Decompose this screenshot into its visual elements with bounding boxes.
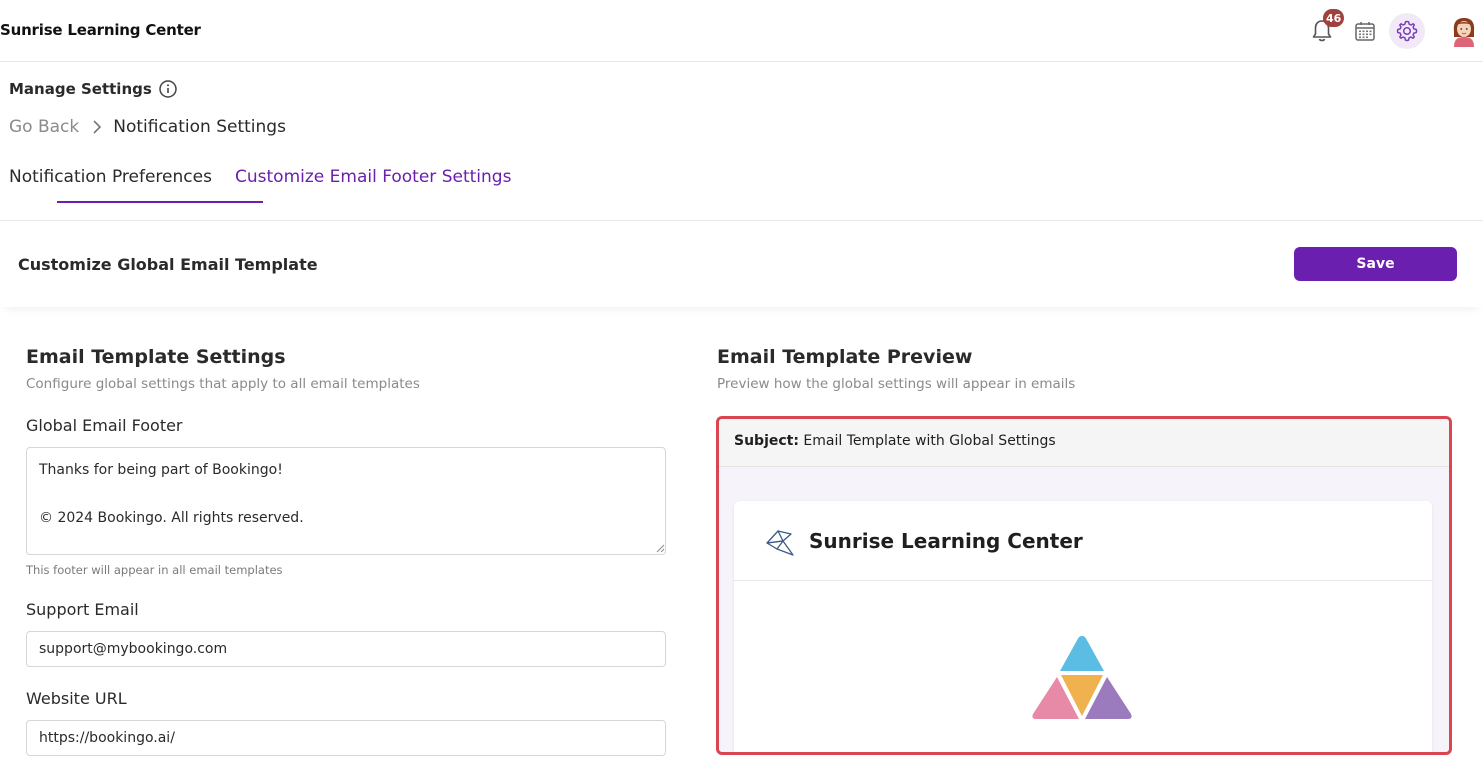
settings-title: Email Template Settings <box>26 346 286 368</box>
user-avatar[interactable] <box>1446 13 1482 49</box>
tab-customize-email-footer[interactable]: Customize Email Footer Settings <box>235 167 511 187</box>
calendar-button[interactable] <box>1347 13 1383 49</box>
footer-textarea[interactable]: Thanks for being part of Bookingo! © 202… <box>26 447 666 555</box>
website-url-input[interactable] <box>26 720 666 756</box>
top-bar: Sunrise Learning Center 46 <box>0 0 1483 62</box>
settings-button[interactable] <box>1389 13 1425 49</box>
email-subject: Subject: Email Template with Global Sett… <box>719 419 1449 467</box>
chevron-right-icon <box>93 120 102 134</box>
preview-title: Email Template Preview <box>717 346 973 368</box>
preview-subtitle: Preview how the global settings will app… <box>717 376 1076 392</box>
settings-subtitle: Configure global settings that apply to … <box>26 376 420 392</box>
resize-handle-icon[interactable] <box>655 543 665 553</box>
triangle-logo-icon <box>1032 636 1132 719</box>
notification-badge: 46 <box>1323 9 1345 27</box>
breadcrumb: Go Back Notification Settings <box>9 117 286 137</box>
subject-label: Subject: <box>734 433 799 449</box>
email-template-preview-header: Email Template Preview Preview how the g… <box>717 346 1075 392</box>
footer-hint: This footer will appear in all email tem… <box>26 563 283 577</box>
tab-notification-preferences[interactable]: Notification Preferences <box>9 167 212 187</box>
active-tab-indicator <box>57 201 263 203</box>
email-card: Sunrise Learning Center <box>734 501 1432 752</box>
support-email-label: Support Email <box>26 600 139 619</box>
email-template-settings: Email Template Settings Configure global… <box>26 346 666 392</box>
gear-icon <box>1396 20 1418 42</box>
website-url-label: Website URL <box>26 689 127 708</box>
section-title: Customize Global Email Template <box>18 255 318 274</box>
footer-label: Global Email Footer <box>26 416 183 435</box>
subject-value: Email Template with Global Settings <box>803 433 1056 449</box>
breadcrumb-current: Notification Settings <box>113 117 286 137</box>
email-card-header: Sunrise Learning Center <box>734 501 1432 581</box>
email-preview-frame: Subject: Email Template with Global Sett… <box>716 416 1452 755</box>
support-email-input[interactable] <box>26 631 666 667</box>
brand-logo-icon <box>766 530 794 556</box>
calendar-icon <box>1355 22 1375 41</box>
section-header: Customize Global Email Template Save <box>0 221 1483 307</box>
app-title: Sunrise Learning Center <box>0 21 201 39</box>
email-card-title: Sunrise Learning Center <box>809 529 1083 553</box>
save-button[interactable]: Save <box>1294 247 1457 281</box>
page-title: Manage Settings <box>9 80 152 98</box>
avatar-icon <box>1453 18 1475 47</box>
go-back-link[interactable]: Go Back <box>9 117 79 137</box>
top-icons: 46 <box>1263 0 1483 62</box>
info-icon[interactable] <box>158 79 178 99</box>
